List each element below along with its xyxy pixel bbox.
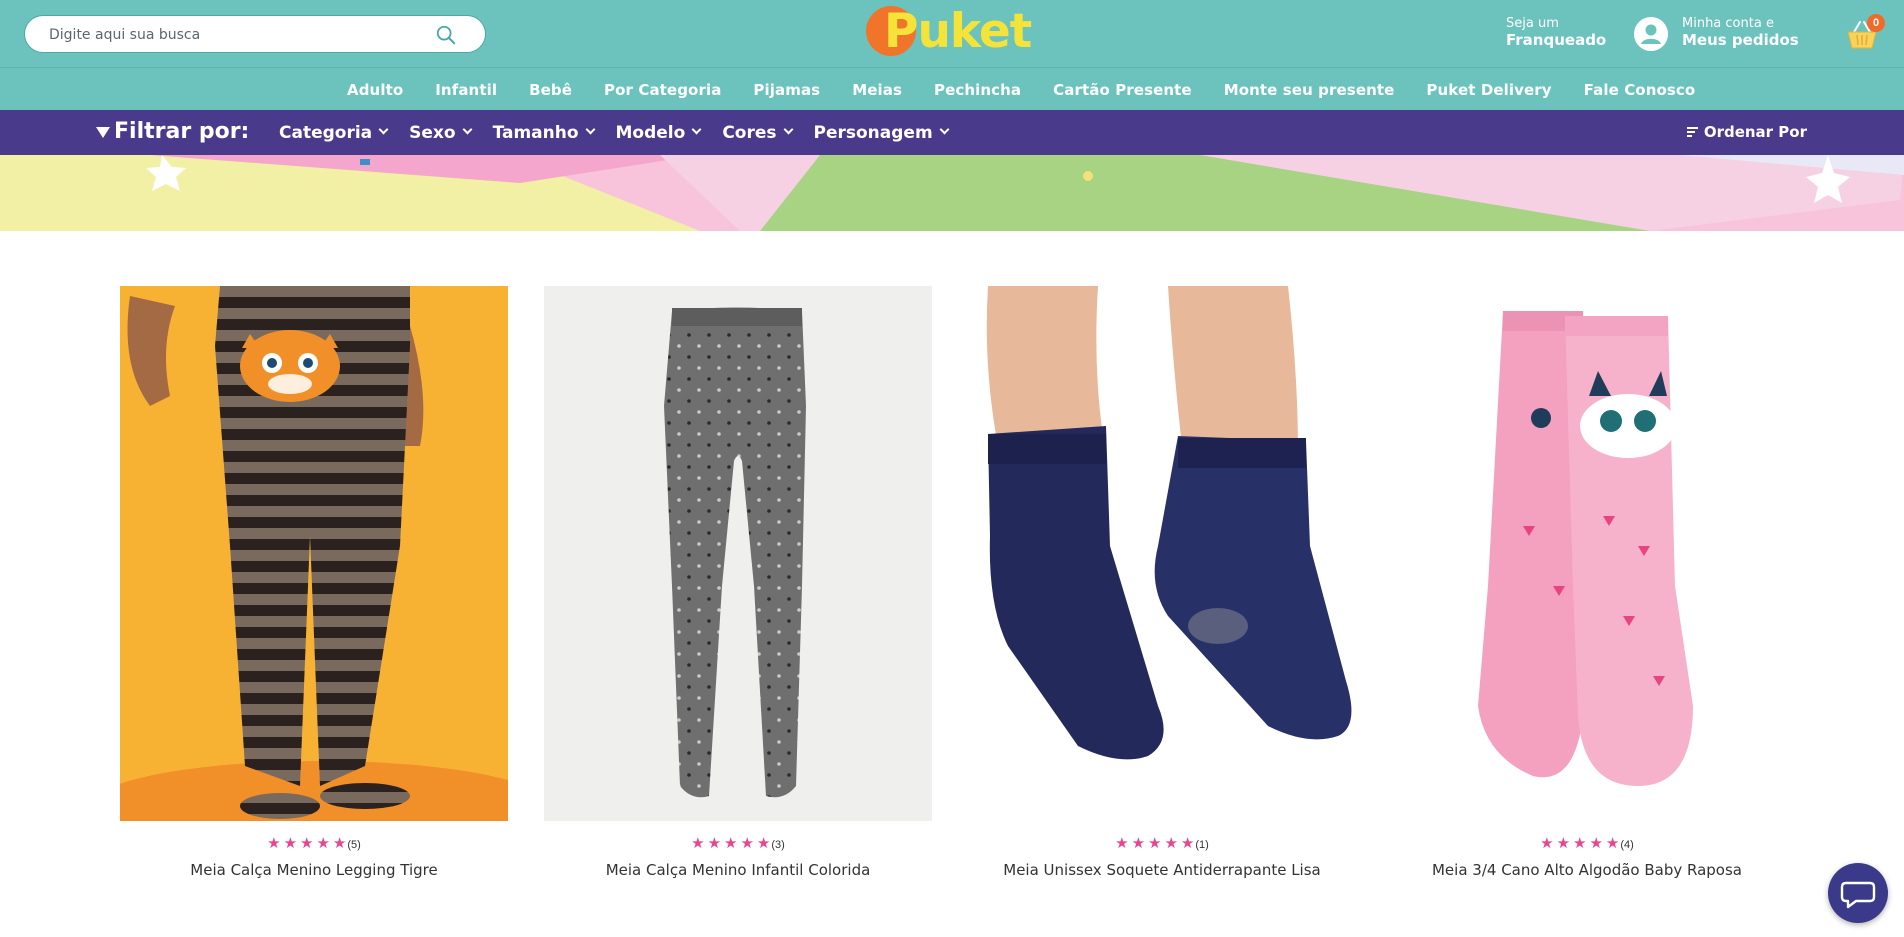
- filter-label: Sexo: [409, 122, 456, 143]
- logo-text: Puket: [884, 4, 1032, 59]
- nav-item-meias[interactable]: Meias: [852, 81, 902, 99]
- product-rating: ★★★★★(4): [1393, 834, 1781, 852]
- nav-item-fale-conosco[interactable]: Fale Conosco: [1584, 81, 1696, 99]
- account-link[interactable]: Minha conta e Meus pedidos: [1634, 15, 1804, 51]
- rating-stars: ★★★★★: [267, 835, 350, 852]
- product-image[interactable]: [1393, 286, 1781, 821]
- chevron-down-icon: [939, 124, 950, 135]
- sort-button[interactable]: Ordenar Por: [1686, 123, 1807, 141]
- sort-icon: [1686, 127, 1698, 137]
- chat-icon: [1840, 881, 1876, 909]
- filter-tamanho[interactable]: Tamanho: [492, 122, 595, 143]
- filter-categoria[interactable]: Categoria: [279, 122, 389, 143]
- product-name[interactable]: Meia Unissex Soquete Antiderrapante Lisa: [968, 861, 1356, 879]
- filter-label: Cores: [722, 122, 777, 143]
- review-count: (3): [771, 839, 785, 851]
- nav-item-pijamas[interactable]: Pijamas: [753, 81, 820, 99]
- cart-button[interactable]: 0: [1845, 14, 1885, 50]
- review-count: (4): [1620, 839, 1634, 851]
- nav-item-puket-delivery[interactable]: Puket Delivery: [1426, 81, 1551, 99]
- promo-banner[interactable]: [0, 155, 1904, 231]
- filter-modelo[interactable]: Modelo: [615, 122, 702, 143]
- nav-item-adulto[interactable]: Adulto: [347, 81, 403, 99]
- chevron-down-icon: [462, 124, 473, 135]
- chevron-down-icon: [783, 124, 793, 135]
- search-input[interactable]: [49, 25, 429, 45]
- filter-title-text: Filtrar por:: [114, 119, 250, 144]
- franchise-line2: Franqueado: [1506, 31, 1607, 49]
- user-icon: [1634, 17, 1668, 51]
- sort-label: Ordenar Por: [1703, 123, 1807, 141]
- product-image[interactable]: [968, 286, 1356, 821]
- product-card[interactable]: ★★★★★(3) Meia Calça Menino Infantil Colo…: [544, 286, 932, 879]
- product-card[interactable]: ★★★★★(5) Meia Calça Menino Legging Tigre: [120, 286, 508, 879]
- nav-item-infantil[interactable]: Infantil: [435, 81, 497, 99]
- filter-sexo[interactable]: Sexo: [409, 122, 473, 143]
- nav-item-cartao-presente[interactable]: Cartão Presente: [1053, 81, 1192, 99]
- product-image[interactable]: [544, 286, 932, 821]
- search-box[interactable]: [24, 15, 486, 53]
- funnel-icon: [96, 127, 110, 138]
- puket-logo[interactable]: Puket: [866, 6, 1032, 58]
- navy-socks-image: [968, 286, 1356, 821]
- filter-personagem[interactable]: Personagem: [813, 122, 950, 143]
- chat-button[interactable]: [1828, 863, 1888, 923]
- chevron-down-icon: [378, 124, 389, 135]
- filter-label: Modelo: [615, 122, 686, 143]
- review-count: (5): [347, 839, 361, 851]
- filter-label: Categoria: [279, 122, 373, 143]
- product-name[interactable]: Meia Calça Menino Infantil Colorida: [544, 861, 932, 879]
- rating-stars: ★★★★★: [1115, 835, 1198, 852]
- product-image[interactable]: [120, 286, 508, 821]
- filter-cores[interactable]: Cores: [722, 122, 793, 143]
- nav-item-por-categoria[interactable]: Por Categoria: [604, 81, 721, 99]
- filter-label: Personagem: [813, 122, 933, 143]
- filter-bar: Filtrar por: Categoria Sexo Tamanho Mode…: [0, 110, 1904, 155]
- review-count: (1): [1195, 839, 1209, 851]
- top-header: Puket Seja um Franqueado Minha conta e M…: [0, 0, 1904, 67]
- filter-title: Filtrar por:: [96, 119, 249, 144]
- search-icon[interactable]: [435, 24, 457, 46]
- nav-item-pechincha[interactable]: Pechincha: [934, 81, 1021, 99]
- filter-label: Tamanho: [492, 122, 579, 143]
- product-card[interactable]: ★★★★★(4) Meia 3/4 Cano Alto Algodão Baby…: [1393, 286, 1781, 879]
- product-rating: ★★★★★(1): [968, 834, 1356, 852]
- product-name[interactable]: Meia Calça Menino Legging Tigre: [120, 861, 508, 879]
- gray-tights-image: [544, 286, 932, 821]
- nav-item-bebe[interactable]: Bebê: [529, 81, 572, 99]
- cart-count-badge: 0: [1867, 14, 1885, 32]
- category-nav: Adulto Infantil Bebê Por Categoria Pijam…: [0, 67, 1904, 110]
- nav-item-monte-seu-presente[interactable]: Monte seu presente: [1224, 81, 1395, 99]
- account-line1: Minha conta e: [1682, 16, 1774, 31]
- franchise-line1: Seja um: [1506, 16, 1559, 31]
- tiger-tights-image: [120, 286, 508, 821]
- franchise-link[interactable]: Seja um Franqueado: [1506, 15, 1606, 49]
- rating-stars: ★★★★★: [1540, 835, 1623, 852]
- product-rating: ★★★★★(3): [544, 834, 932, 852]
- product-name[interactable]: Meia 3/4 Cano Alto Algodão Baby Raposa: [1393, 861, 1781, 879]
- rating-stars: ★★★★★: [691, 835, 774, 852]
- banner-graphic: [0, 155, 1904, 231]
- chevron-down-icon: [585, 124, 595, 135]
- account-line2: Meus pedidos: [1682, 31, 1799, 49]
- fox-socks-image: [1393, 286, 1781, 821]
- product-rating: ★★★★★(5): [120, 834, 508, 852]
- product-card[interactable]: ★★★★★(1) Meia Unissex Soquete Antiderrap…: [968, 286, 1356, 879]
- chevron-down-icon: [691, 124, 702, 135]
